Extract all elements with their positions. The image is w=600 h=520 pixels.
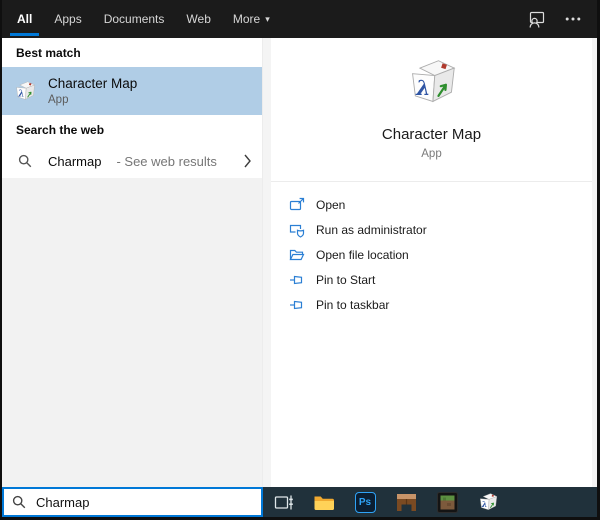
action-open-label: Open (316, 197, 346, 212)
tab-apps[interactable]: Apps (43, 0, 92, 38)
action-list: Open Run as administrator Open file loca… (271, 182, 592, 317)
action-pin-to-taskbar[interactable]: Pin to taskbar (289, 292, 592, 317)
tab-web-label: Web (186, 12, 211, 26)
search-flyout: All Apps Documents Web More ▾ Best match… (2, 0, 597, 517)
chevron-down-icon: ▾ (265, 13, 270, 24)
tab-documents[interactable]: Documents (93, 0, 176, 38)
account-frame-icon (529, 11, 545, 28)
file-explorer-icon (314, 496, 334, 510)
preview-card: Character Map App Open Run as administra… (271, 38, 592, 487)
expand-web-results-button[interactable] (244, 154, 252, 168)
character-map-icon (13, 80, 37, 102)
sign-in-options-button[interactable] (523, 5, 551, 33)
open-icon (289, 197, 305, 210)
task-view-icon (274, 495, 293, 509)
file-location-icon (289, 249, 305, 260)
web-search-suffix: - See web results (116, 153, 217, 169)
best-match-subtitle: App (48, 94, 69, 106)
search-icon (18, 154, 32, 168)
best-match-title: Character Map (48, 76, 138, 91)
action-run-as-administrator-label: Run as administrator (316, 222, 427, 237)
results-panel: Best match Character Map App Search the … (2, 38, 263, 487)
photoshop-icon: Ps (354, 491, 376, 513)
tab-more[interactable]: More ▾ (222, 0, 281, 38)
search-web-section-label: Search the web (16, 123, 105, 137)
character-map-icon-small (477, 492, 499, 512)
preview-title: Character Map (381, 126, 482, 143)
tab-all[interactable]: All (6, 0, 43, 38)
character-map-icon-large (404, 57, 460, 107)
action-pin-to-taskbar-label: Pin to taskbar (316, 297, 390, 312)
more-options-button[interactable] (559, 5, 587, 33)
tab-documents-label: Documents (103, 12, 165, 26)
results-panel-background (2, 178, 262, 487)
crafting-table-app-button[interactable] (393, 489, 419, 515)
action-open-file-location[interactable]: Open file location (289, 242, 592, 267)
tab-more-label: More (232, 12, 261, 26)
task-view-button[interactable] (270, 489, 296, 515)
best-match-result[interactable]: Character Map App (2, 67, 262, 115)
file-explorer-button[interactable] (311, 489, 337, 515)
taskbar: Ps (263, 487, 597, 517)
pin-icon (290, 275, 303, 284)
action-pin-to-start-label: Pin to Start (316, 272, 376, 287)
pin-icon (290, 300, 303, 309)
photoshop-button[interactable]: Ps (352, 489, 378, 515)
character-map-taskbar-button[interactable] (475, 489, 501, 515)
best-match-section-label: Best match (16, 46, 81, 60)
tab-apps-label: Apps (54, 12, 82, 26)
action-run-as-administrator[interactable]: Run as administrator (289, 217, 592, 242)
search-input[interactable] (36, 489, 261, 515)
photoshop-icon-label: Ps (358, 496, 372, 508)
minecraft-grass-block-icon (436, 491, 458, 513)
admin-shield-icon (289, 224, 305, 238)
taskbar-search-box[interactable] (2, 487, 263, 517)
preview-panel: Character Map App Open Run as administra… (263, 38, 597, 487)
search-icon (12, 495, 26, 509)
crafting-table-icon (396, 493, 416, 511)
action-pin-to-start[interactable]: Pin to Start (289, 267, 592, 292)
ellipsis-icon (565, 17, 581, 21)
tab-all-label: All (17, 12, 33, 26)
web-search-query: Charmap (48, 153, 102, 169)
tab-web[interactable]: Web (175, 0, 221, 38)
search-filter-bar: All Apps Documents Web More ▾ (2, 0, 597, 38)
action-open[interactable]: Open (289, 192, 592, 217)
preview-subtitle: App (421, 148, 442, 160)
web-search-result[interactable]: Charmap - See web results (2, 146, 262, 176)
action-open-file-location-label: Open file location (316, 247, 409, 262)
chevron-right-icon (244, 154, 251, 168)
minecraft-button[interactable] (434, 489, 460, 515)
